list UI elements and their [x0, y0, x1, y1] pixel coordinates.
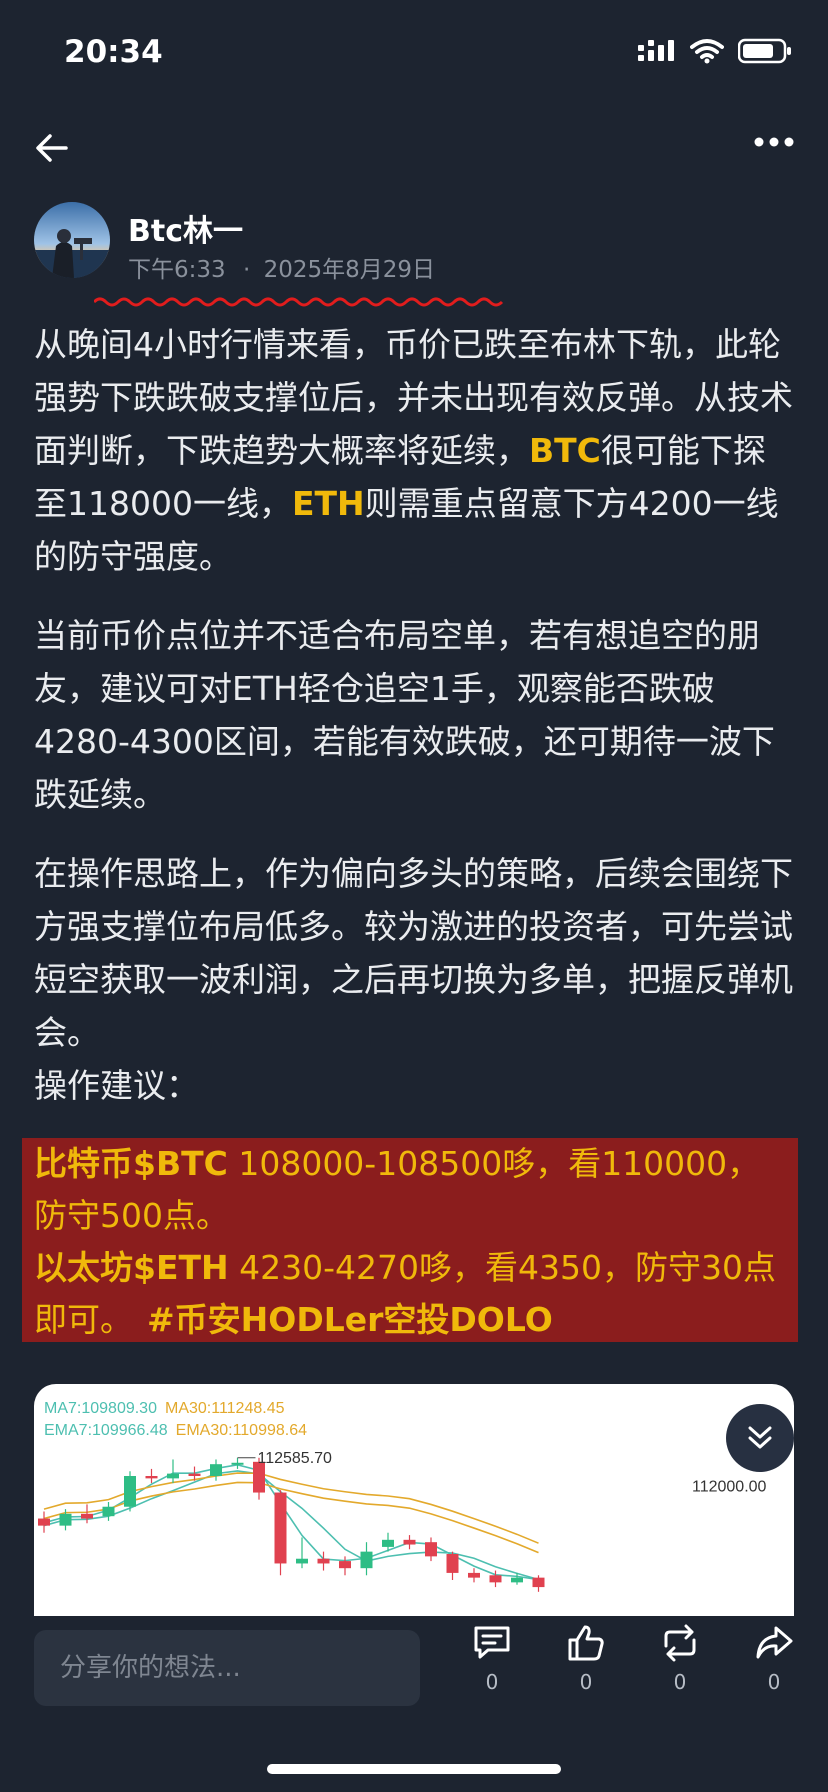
meta-separator: ·: [242, 257, 251, 283]
avatar[interactable]: [34, 202, 110, 278]
candle-body: [317, 1558, 330, 1564]
post-body: 从晚间4小时行情来看，币价已跌至布林下轨，此轮强势下跌跌破支撑位后，并未出现有效…: [34, 318, 794, 1112]
candle-body: [468, 1572, 480, 1578]
candle-body: [210, 1464, 222, 1476]
status-time: 20:34: [64, 34, 163, 70]
eth-suggestion: 以太坊$ETH 4230-4270哆，看4350，防守30点即可。 #币安HODL…: [34, 1242, 786, 1346]
eth-cashtag[interactable]: $ETH: [133, 1248, 229, 1287]
comment-input[interactable]: [34, 1630, 420, 1706]
share-count: 0: [767, 1670, 781, 1694]
share-button[interactable]: 0: [744, 1624, 804, 1694]
candle-body: [145, 1476, 158, 1479]
scroll-down-button[interactable]: [726, 1404, 794, 1472]
candle-body: [81, 1513, 93, 1519]
red-underline-annotation: [94, 297, 504, 307]
chevron-double-down-icon: [748, 1426, 772, 1449]
candle-body: [231, 1462, 244, 1465]
wifi-icon: [690, 39, 724, 64]
candle-body: [511, 1577, 523, 1583]
post-paragraph: 在操作思路上，作为偏向多头的策略，后续会围绕下方强支撑位布局低多。较为激进的投资…: [34, 854, 793, 1052]
candle-body: [360, 1551, 373, 1569]
ema30-line: [43, 1481, 539, 1554]
repost-icon: [664, 1624, 696, 1662]
home-indicator: [267, 1764, 561, 1774]
candle-body: [403, 1539, 416, 1545]
eth-name: 以太坊: [34, 1248, 133, 1287]
btc-tag[interactable]: BTC: [529, 431, 601, 470]
candle-body: [274, 1492, 287, 1564]
candle-body: [59, 1513, 72, 1526]
candle-body: [489, 1575, 502, 1583]
comment-icon: [474, 1626, 510, 1659]
btc-cashtag[interactable]: $BTC: [133, 1144, 228, 1183]
post-date: 2025年8月29日: [263, 257, 436, 283]
share-icon: [756, 1626, 793, 1659]
ma30-line: [43, 1472, 539, 1544]
candle-body: [446, 1554, 459, 1573]
hashtag-link[interactable]: #币安HODLer空投DOLO: [147, 1300, 553, 1339]
status-bar: 20:34: [0, 0, 828, 100]
post-paragraph: 从晚间4小时行情来看，币价已跌至布林下轨，此轮强势下跌跌破支撑位后，并未出现有效…: [34, 318, 794, 583]
candle-body: [296, 1558, 308, 1564]
status-icons: [638, 38, 792, 64]
eth-tag[interactable]: ETH: [292, 484, 365, 523]
back-arrow-icon[interactable]: [34, 130, 70, 166]
post-paragraph: 当前币价点位并不适合布局空单，若有想追空的朋友，建议可对ETH轻仓追空1手，观察…: [34, 616, 775, 814]
btc-suggestion: 比特币$BTC 108000-108500哆，看110000，防守500点。: [34, 1138, 786, 1242]
author-name[interactable]: Btc林一: [128, 206, 243, 250]
post-author: Btc林一 下午6:33 · 2025年8月29日: [34, 202, 794, 284]
candle-body: [425, 1542, 437, 1557]
candle-body: [102, 1506, 115, 1517]
battery-icon: [738, 38, 791, 64]
price-axis-label: 112000.00: [692, 1478, 767, 1495]
signal-icon: [638, 40, 674, 61]
comment-button[interactable]: 0: [462, 1624, 522, 1694]
like-count: 0: [579, 1670, 593, 1694]
candle-body: [167, 1473, 179, 1479]
trade-suggestion-block: 比特币$BTC 108000-108500哆，看110000，防守500点。 以…: [22, 1138, 798, 1342]
candle-body: [382, 1539, 394, 1547]
post-time: 下午6:33: [128, 257, 226, 283]
comment-count: 0: [485, 1670, 499, 1694]
candle-body: [38, 1518, 50, 1526]
candle-body: [124, 1476, 136, 1507]
post-paragraph: 操作建议：: [34, 1066, 199, 1105]
candle-body: [339, 1561, 351, 1569]
thumbs-up-icon: [568, 1625, 604, 1661]
high-price-label: 112585.70: [258, 1450, 333, 1467]
repost-button[interactable]: 0: [650, 1624, 710, 1694]
candle-body: [532, 1577, 545, 1588]
more-options-icon[interactable]: [754, 136, 794, 148]
repost-count: 0: [673, 1670, 687, 1694]
post-timestamp: 下午6:33 · 2025年8月29日: [128, 250, 435, 284]
top-nav: [0, 120, 828, 180]
candle-body: [188, 1473, 201, 1476]
like-button[interactable]: 0: [556, 1624, 616, 1694]
btc-name: 比特币: [34, 1144, 133, 1183]
